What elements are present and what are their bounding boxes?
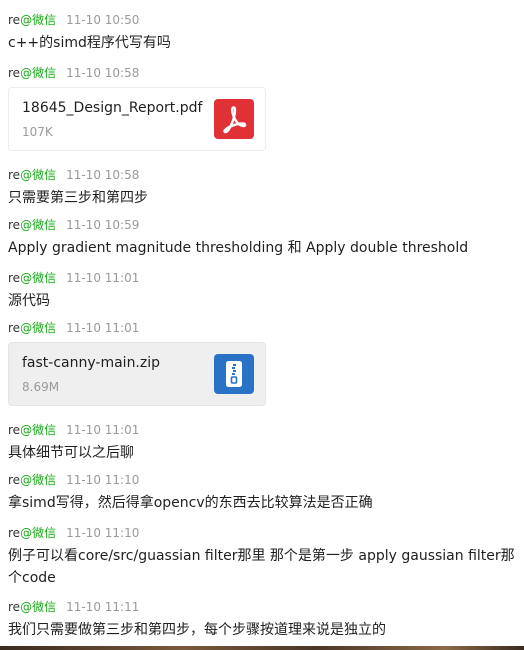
message-time: 11-10 10:58 — [66, 168, 140, 182]
message-time: 11-10 11:10 — [66, 473, 140, 487]
window-bottom-edge — [0, 646, 524, 650]
message-meta: re @微信 11-10 11:01 — [8, 422, 516, 438]
chat-message: re @微信 11-10 11:10 例子可以看core/src/guassian … — [8, 525, 516, 589]
message-meta: re @微信 11-10 11:10 — [8, 525, 516, 541]
message-text[interactable]: c++的simd程序代写有吗 — [8, 32, 516, 54]
chat-message: re @微信 11-10 11:01 具体细节可以之后聊 — [8, 422, 516, 464]
chat-message: re @微信 11-10 11:01 源代码 — [8, 270, 516, 312]
message-time: 11-10 11:01 — [66, 321, 140, 335]
file-size: 107K — [22, 125, 53, 139]
sender-app-tag: @微信 — [20, 473, 57, 487]
chat-message: re @微信 11-10 10:58 只需要第三步和第四步 — [8, 167, 516, 209]
zip-icon — [214, 354, 254, 394]
sender-app-tag: @微信 — [20, 526, 57, 540]
message-text[interactable]: Apply gradient magnitude thresholding 和 … — [8, 237, 516, 259]
chat-message: re @微信 11-10 11:11 我们只需要做第三步和第四步，每个步骤按道理来说… — [8, 599, 516, 641]
message-text[interactable]: 例子可以看core/src/guassian filter那里 那个是第一步 a… — [8, 545, 516, 589]
sender-app-tag: @微信 — [20, 271, 57, 285]
chat-message: re @微信 11-10 11:01 fast-canny-main.zip 8.6… — [8, 320, 516, 406]
message-meta: re @微信 11-10 11:11 — [8, 599, 516, 615]
sender-name[interactable]: re — [8, 472, 20, 488]
message-text[interactable]: 源代码 — [8, 290, 516, 312]
chat-message: re @微信 11-10 10:59 Apply gradient magnitud… — [8, 217, 516, 259]
message-meta: re @微信 11-10 11:01 — [8, 270, 516, 286]
message-meta: re @微信 11-10 11:10 — [8, 472, 516, 488]
file-name: fast-canny-main.zip — [22, 355, 161, 371]
sender-app-tag: @微信 — [20, 600, 57, 614]
sender-name[interactable]: re — [8, 217, 20, 233]
pdf-icon — [214, 99, 254, 139]
message-text[interactable]: 拿simd写得，然后得拿opencv的东西去比较算法是否正确 — [8, 492, 516, 514]
sender-app-tag: @微信 — [20, 168, 57, 182]
sender-name[interactable]: re — [8, 599, 20, 615]
sender-name[interactable]: re — [8, 320, 20, 336]
file-name: 18645_Design_Report.pdf — [22, 100, 203, 116]
file-attachment-card[interactable]: fast-canny-main.zip 8.69M — [8, 342, 266, 406]
message-meta: re @微信 11-10 10:58 — [8, 167, 516, 183]
message-time: 11-10 10:59 — [66, 218, 140, 232]
message-text[interactable]: 只需要第三步和第四步 — [8, 187, 516, 209]
message-meta: re @微信 11-10 10:58 — [8, 65, 516, 81]
file-attachment-card[interactable]: 18645_Design_Report.pdf 107K — [8, 87, 266, 151]
sender-name[interactable]: re — [8, 525, 20, 541]
sender-name[interactable]: re — [8, 167, 20, 183]
message-text[interactable]: 具体细节可以之后聊 — [8, 442, 516, 464]
message-time: 11-10 11:11 — [66, 600, 140, 614]
sender-app-tag: @微信 — [20, 13, 57, 27]
message-time: 11-10 11:01 — [66, 423, 140, 437]
message-time: 11-10 10:50 — [66, 13, 140, 27]
message-meta: re @微信 11-10 10:50 — [8, 12, 516, 28]
sender-app-tag: @微信 — [20, 423, 57, 437]
sender-name[interactable]: re — [8, 65, 20, 81]
file-size: 8.69M — [22, 380, 60, 394]
sender-name[interactable]: re — [8, 270, 20, 286]
sender-name[interactable]: re — [8, 422, 20, 438]
sender-app-tag: @微信 — [20, 66, 57, 80]
message-meta: re @微信 11-10 10:59 — [8, 217, 516, 233]
message-time: 11-10 11:01 — [66, 271, 140, 285]
sender-app-tag: @微信 — [20, 321, 57, 335]
chat-message: re @微信 11-10 11:10 拿simd写得，然后得拿opencv的东西去比… — [8, 472, 516, 514]
chat-message-list[interactable]: re @微信 11-10 10:50 c++的simd程序代写有吗 re @微信 11-… — [0, 0, 524, 646]
message-text[interactable]: 我们只需要做第三步和第四步，每个步骤按道理来说是独立的 — [8, 619, 516, 641]
sender-name[interactable]: re — [8, 12, 20, 28]
message-time: 11-10 10:58 — [66, 66, 140, 80]
chat-message: re @微信 11-10 10:58 18645_Design_Report.pdf… — [8, 65, 516, 151]
message-meta: re @微信 11-10 11:01 — [8, 320, 516, 336]
message-time: 11-10 11:10 — [66, 526, 140, 540]
sender-app-tag: @微信 — [20, 218, 57, 232]
chat-message: re @微信 11-10 10:50 c++的simd程序代写有吗 — [8, 12, 516, 54]
